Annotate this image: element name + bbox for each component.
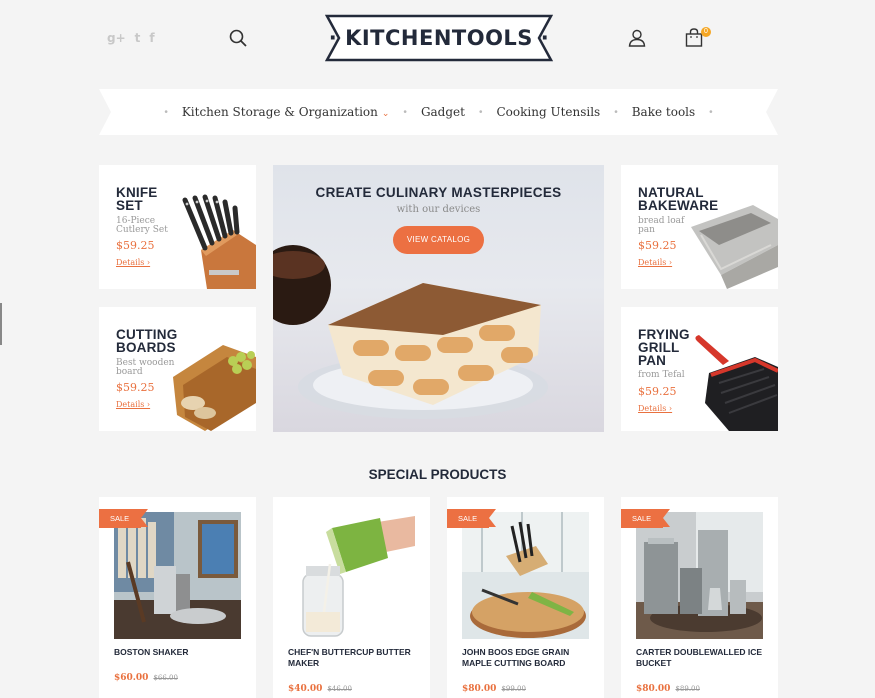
product-price-row: $80.00 $89.00 [636, 676, 700, 695]
product-card[interactable]: SALE JOHN BOOS EDGE GRAIN MAPLE CUTTING … [447, 497, 604, 698]
page-edge-indicator [0, 303, 2, 345]
product-price-row: $80.00 $99.00 [462, 676, 526, 695]
promo-subtitle: from Tefal [638, 370, 685, 380]
site-header: g+ t f · KITCHENTOOLS · 0 [0, 0, 875, 80]
promo-title: FRYING GRILL PAN [638, 327, 690, 368]
site-logo[interactable]: · KITCHENTOOLS · [325, 14, 553, 62]
product-name[interactable]: CHEF'N BUTTERCUP BUTTER MAKER [288, 647, 423, 669]
facebook-icon[interactable]: f [149, 31, 154, 45]
product-name[interactable]: JOHN BOOS EDGE GRAIN MAPLE CUTTING BOARD [462, 647, 597, 669]
promo-natural-bakeware[interactable]: NATURAL BAKEWARE bread loaf pan $59.25 Det… [621, 165, 778, 289]
promo-knife-set[interactable]: KNIFE SET 16-Piece Cutlery Set $59.25 Deta… [99, 165, 256, 289]
product-price-row: $60.00 $66.00 [114, 665, 178, 684]
social-links: g+ t f [107, 31, 155, 45]
nav-item-gadget[interactable]: Gadget [421, 105, 465, 119]
hero-subtitle: with our devices [396, 204, 481, 215]
promo-title: NATURAL BAKEWARE [638, 185, 719, 213]
sale-badge: SALE [447, 509, 496, 528]
promo-title: CUTTING BOARDS [116, 327, 178, 355]
nav-separator: • [709, 106, 713, 118]
promo-price: $59.25 [638, 385, 677, 398]
promo-subtitle: Best wooden board [116, 358, 175, 377]
nav-separator: • [614, 106, 618, 118]
grill-pan-image [695, 335, 778, 431]
product-card[interactable]: CHEF'N BUTTERCUP BUTTER MAKER $40.00 $46.… [273, 497, 430, 698]
product-price: $80.00 [636, 684, 671, 694]
product-name[interactable]: CARTER DOUBLEWALLED ICE BUCKET [636, 647, 771, 669]
cart-count-badge: 0 [701, 27, 711, 37]
nav-item-bake-tools[interactable]: Bake tools [632, 105, 695, 119]
product-card[interactable]: SALE CARTER DOUBLEWALLED ICE BUCKET $80.… [621, 497, 778, 698]
promo-details-link[interactable]: Details › [116, 400, 150, 409]
promo-details-link[interactable]: Details › [116, 258, 150, 267]
product-image[interactable] [288, 512, 415, 639]
promo-subtitle: bread loaf pan [638, 216, 685, 235]
product-image[interactable] [636, 512, 763, 639]
hero-title: CREATE CULINARY MASTERPIECES [315, 185, 562, 200]
google-plus-icon[interactable]: g+ [107, 31, 126, 45]
promo-frying-grill-pan[interactable]: FRYING GRILL PAN from Tefal $59.25 Details… [621, 307, 778, 431]
knife-block-image [182, 194, 256, 289]
promo-price: $59.25 [116, 239, 155, 252]
nav-separator: • [164, 106, 168, 118]
product-price-row: $40.00 $46.00 [288, 676, 352, 695]
nav-item-label: Kitchen Storage & Organization [181, 105, 378, 119]
ice-bucket-image [636, 512, 763, 639]
nav-item-cooking-utensils[interactable]: Cooking Utensils [496, 105, 600, 119]
special-products-title: SPECIAL PRODUCTS [368, 467, 507, 482]
logo-text: · KITCHENTOOLS · [328, 26, 550, 50]
promo-cutting-boards[interactable]: CUTTING BOARDS Best wooden board $59.25 De… [99, 307, 256, 431]
product-card[interactable]: SALE BOSTON SHAKER $60.00 $66.00 [99, 497, 256, 698]
cutting-board-image [173, 345, 256, 431]
product-image[interactable] [114, 512, 241, 639]
promo-price: $59.25 [638, 239, 677, 252]
product-image[interactable] [462, 512, 589, 639]
product-old-price: $89.00 [675, 685, 700, 693]
main-navigation: • Kitchen Storage & Organization ⌄ • Gadg… [99, 89, 778, 135]
view-catalog-button[interactable]: VIEW CATALOG [393, 226, 484, 254]
promo-details-link[interactable]: Details › [638, 404, 672, 413]
user-icon[interactable] [627, 28, 647, 48]
nav-separator: • [403, 106, 407, 118]
nav-item-kitchen-storage[interactable]: Kitchen Storage & Organization ⌄ [182, 105, 390, 119]
product-old-price: $99.00 [501, 685, 526, 693]
product-name[interactable]: BOSTON SHAKER [114, 647, 249, 658]
product-old-price: $66.00 [153, 674, 178, 682]
promo-subtitle: 16-Piece Cutlery Set [116, 216, 168, 235]
hero-banner: CREATE CULINARY MASTERPIECES with our de… [273, 165, 604, 432]
product-price: $60.00 [114, 673, 149, 683]
nav-separator: • [478, 106, 483, 118]
boston-shaker-image [114, 512, 241, 639]
promo-title: KNIFE SET [116, 185, 158, 213]
chevron-down-icon: ⌄ [381, 109, 390, 119]
search-icon[interactable] [228, 28, 248, 48]
sale-badge: SALE [621, 509, 670, 528]
promo-details-link[interactable]: Details › [638, 258, 672, 267]
product-price: $40.00 [288, 684, 323, 694]
sale-badge: SALE [99, 509, 148, 528]
product-old-price: $46.00 [327, 685, 352, 693]
cutting-board-product-image [462, 512, 589, 639]
nav-items: • Kitchen Storage & Organization ⌄ • Gadg… [99, 89, 778, 135]
product-price: $80.00 [462, 684, 497, 694]
butter-maker-image [288, 512, 415, 639]
promo-price: $59.25 [116, 381, 155, 394]
twitter-icon[interactable]: t [135, 31, 141, 45]
